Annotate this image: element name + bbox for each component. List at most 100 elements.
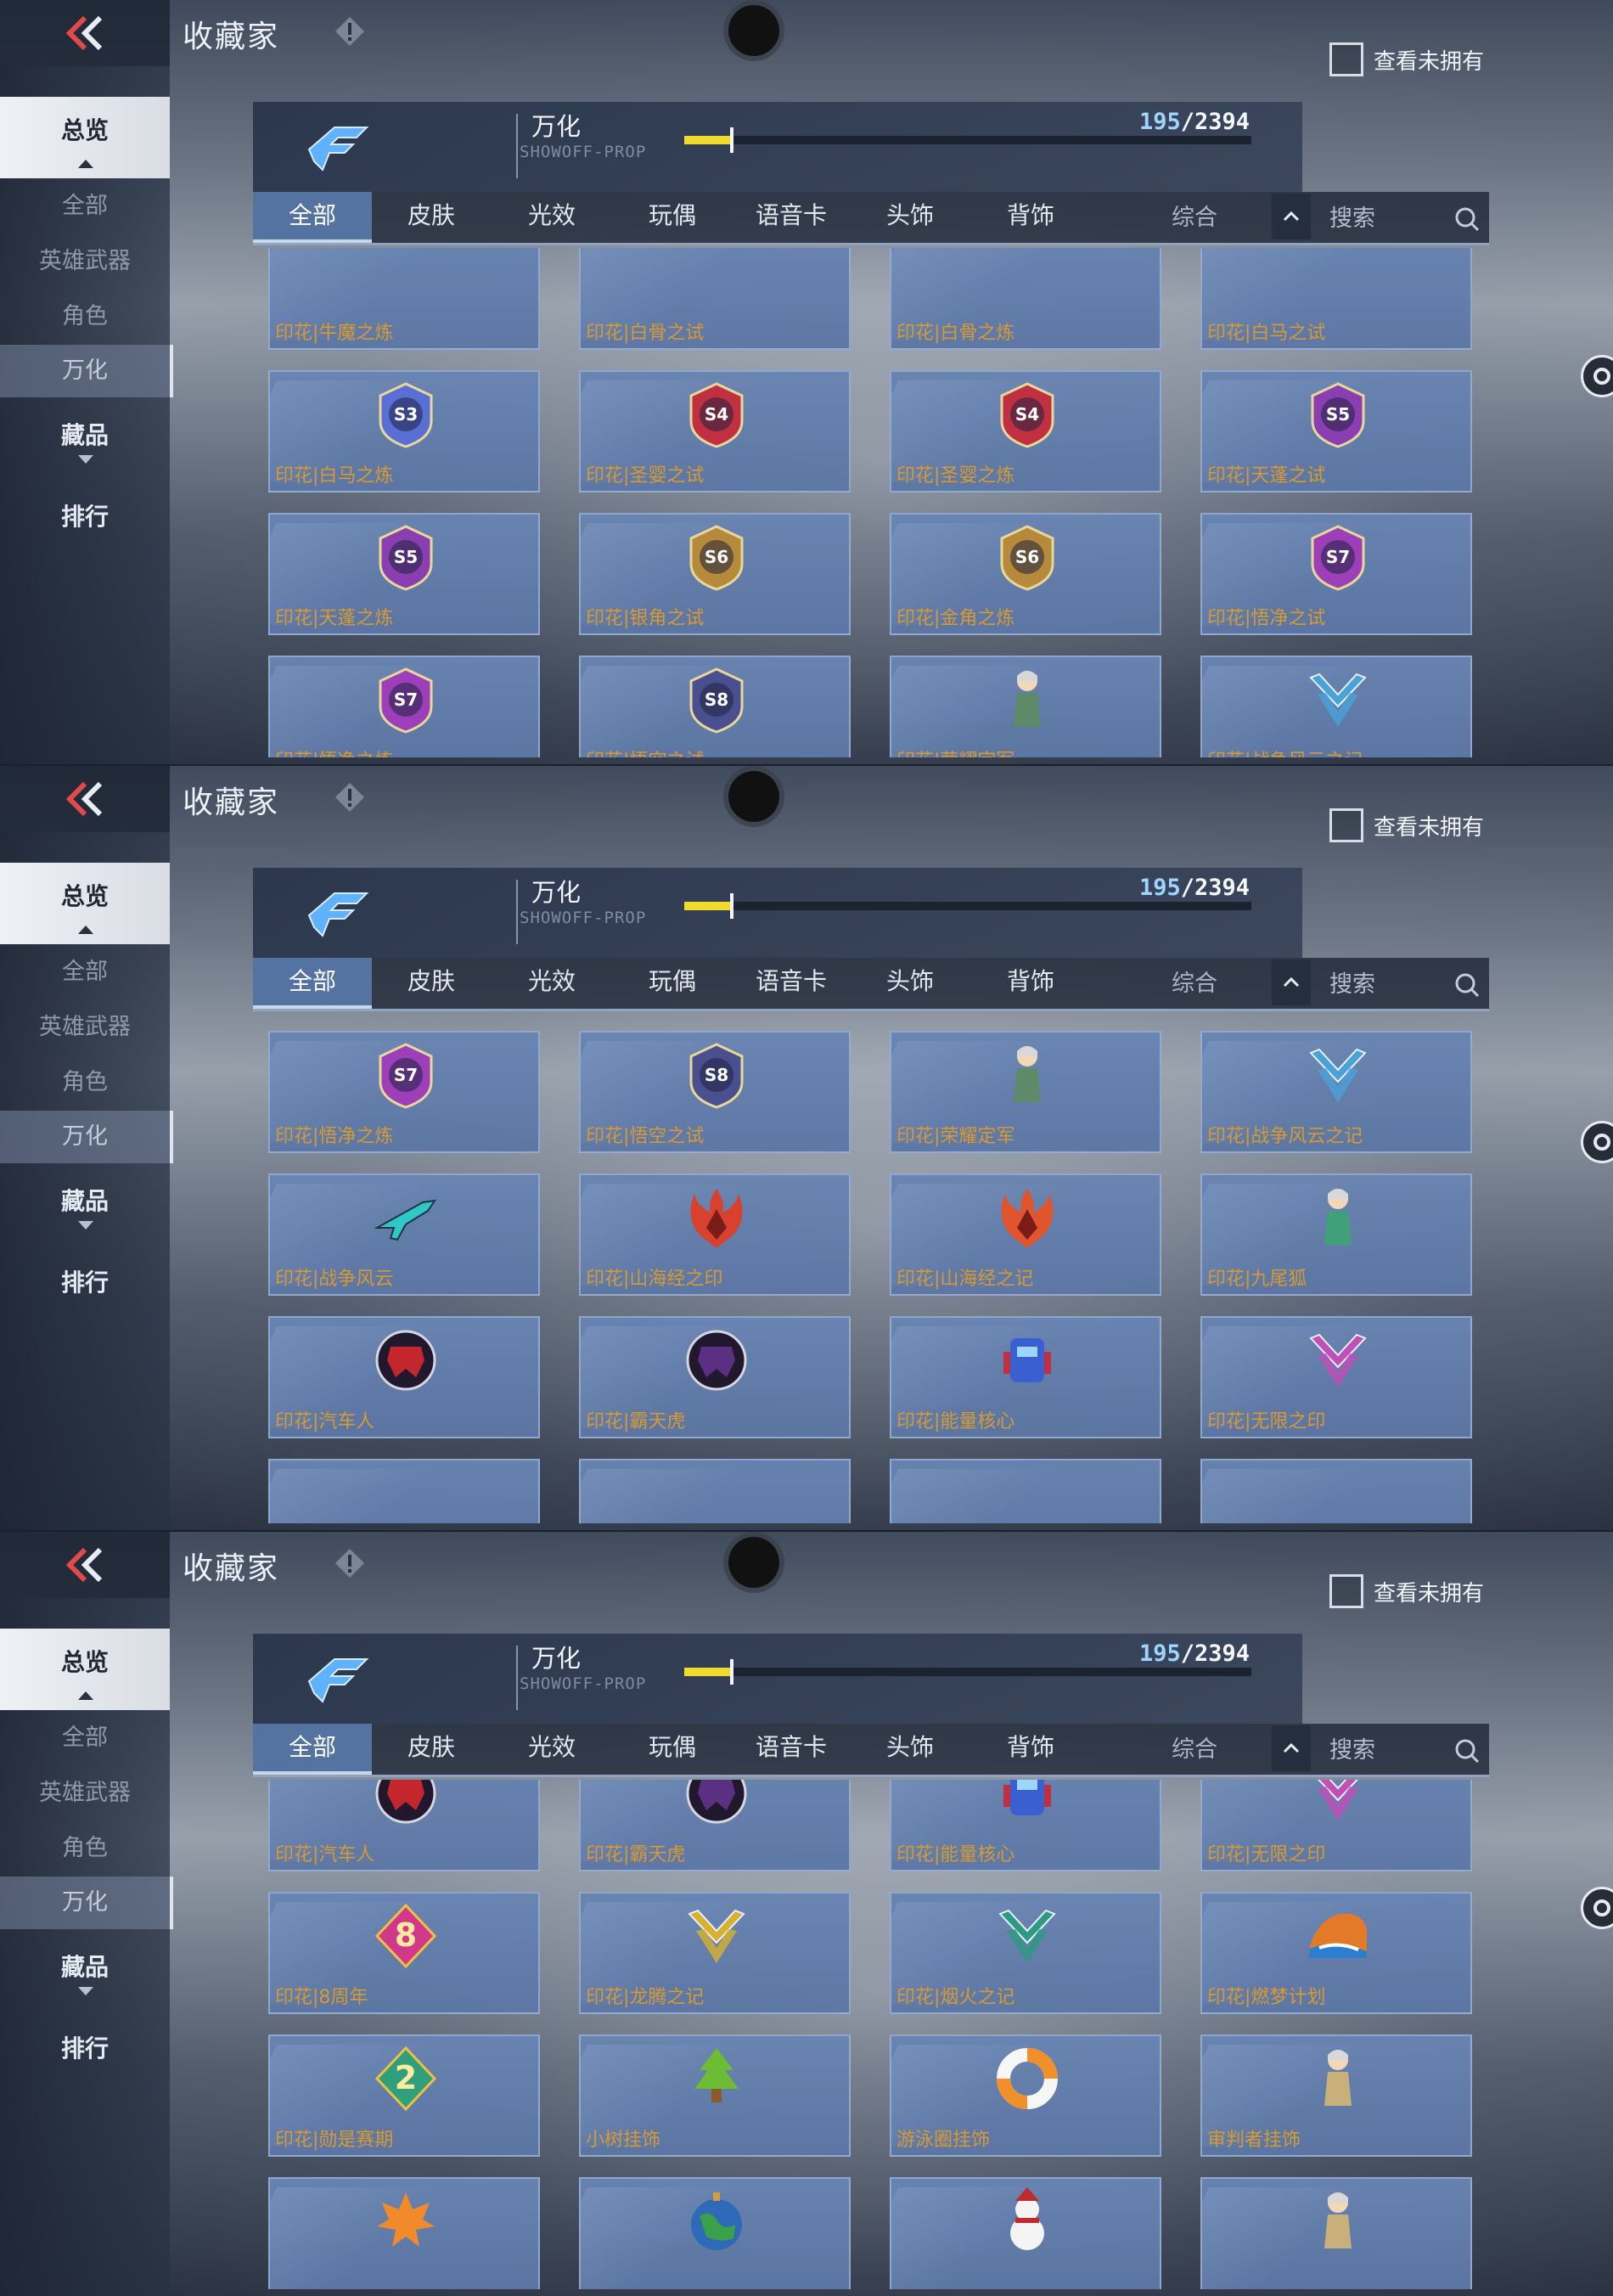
sidebar-item-wanhua[interactable]: 万化 (0, 1877, 173, 1929)
sidebar-item-ranking[interactable]: 排行 (0, 491, 170, 543)
sort-toggle-button[interactable] (1272, 1725, 1311, 1771)
sidebar-item-collection[interactable]: 藏品 (0, 1941, 170, 1994)
search-input[interactable] (1328, 1734, 1438, 1766)
item-card[interactable]: 印花|白马之试 (1200, 248, 1472, 350)
sidebar-item-collection[interactable]: 藏品 (0, 1175, 170, 1228)
item-card[interactable]: 印花|霸天虎 (579, 1780, 851, 1871)
tab-5[interactable]: 头饰 (851, 958, 969, 1009)
tab-1[interactable]: 皮肤 (372, 192, 491, 243)
item-card[interactable]: 印花|汽车人 (268, 1780, 540, 1871)
item-card[interactable]: S4 印花|圣婴之试 (579, 370, 851, 492)
tab-1[interactable]: 皮肤 (372, 1724, 491, 1775)
item-card[interactable]: 印花|战争风云 (268, 1173, 540, 1296)
item-card[interactable]: 印花|燃梦计划 (1200, 1892, 1472, 2014)
tab-4[interactable]: 语音卡 (732, 192, 851, 243)
floating-assist-button[interactable] (1581, 355, 1613, 397)
back-button[interactable] (0, 766, 170, 832)
sidebar-item-roles[interactable]: 角色 (0, 1056, 170, 1109)
tab-0[interactable]: 全部 (253, 192, 372, 243)
show-unowned-checkbox[interactable]: 查看未拥有 (1329, 42, 1484, 76)
item-card[interactable]: S5 印花|天蓬之炼 (268, 513, 540, 635)
item-card[interactable]: 印花|无限之印 (1200, 1780, 1472, 1871)
item-card[interactable]: 审判者挂饰 (1200, 2034, 1472, 2157)
item-card[interactable] (268, 2177, 540, 2289)
sidebar-item-ranking[interactable]: 排行 (0, 1257, 170, 1309)
item-card[interactable]: 8 印花|8周年 (268, 1892, 540, 2014)
item-card[interactable]: 印花|烟火之记 (890, 1892, 1161, 2014)
item-card[interactable]: S8 印花|悟空之试 (579, 1031, 851, 1153)
search-input[interactable] (1328, 202, 1438, 234)
sidebar-item-wanhua[interactable]: 万化 (0, 345, 173, 397)
item-card[interactable]: 印花|能量核心 (890, 1316, 1161, 1438)
sort-toggle-button[interactable] (1272, 959, 1311, 1005)
tab-4[interactable]: 语音卡 (732, 1724, 851, 1775)
sidebar-item-roles[interactable]: 角色 (0, 290, 170, 343)
back-button[interactable] (0, 0, 170, 66)
tab-0[interactable]: 全部 (253, 958, 372, 1009)
tab-1[interactable]: 皮肤 (372, 958, 491, 1009)
item-card[interactable]: 2 印花|勋是赛期 (268, 2034, 540, 2157)
floating-assist-button[interactable] (1581, 1121, 1613, 1163)
tab-3[interactable]: 玩偶 (613, 958, 732, 1009)
item-card[interactable]: 印花|牛魔之炼 (268, 248, 540, 350)
item-card[interactable]: 印花|战争风云之记 (1200, 656, 1472, 757)
item-card[interactable]: S5 印花|天蓬之试 (1200, 370, 1472, 492)
item-card[interactable]: S6 印花|金角之炼 (890, 513, 1161, 635)
tab-0[interactable]: 全部 (253, 1724, 372, 1775)
item-card[interactable]: 印花|山海经之记 (890, 1173, 1161, 1296)
item-card[interactable]: S7 印花|悟净之炼 (268, 656, 540, 757)
show-unowned-checkbox[interactable]: 查看未拥有 (1329, 808, 1484, 842)
sidebar-item-roles[interactable]: 角色 (0, 1822, 170, 1875)
item-card[interactable]: 印花|荣耀定军 (890, 1031, 1161, 1153)
tab-2[interactable]: 光效 (492, 192, 611, 243)
item-card[interactable] (268, 1459, 540, 1523)
item-card[interactable]: 印花|汽车人 (268, 1316, 540, 1438)
sort-dropdown[interactable]: 综合 (1172, 1724, 1217, 1776)
item-card[interactable]: 游泳圈挂饰 (890, 2034, 1161, 2157)
item-card[interactable]: 印花|白骨之试 (579, 248, 851, 350)
tab-5[interactable]: 头饰 (851, 1724, 969, 1775)
search-icon[interactable] (1453, 971, 1481, 999)
item-card[interactable]: 印花|山海经之印 (579, 1173, 851, 1296)
item-card[interactable] (579, 2177, 851, 2289)
sidebar-item-ranking[interactable]: 排行 (0, 2023, 170, 2075)
sort-toggle-button[interactable] (1272, 194, 1311, 239)
item-card[interactable]: 印花|白骨之炼 (890, 248, 1161, 350)
info-icon[interactable] (334, 15, 366, 48)
sidebar-item-hero-weapons[interactable]: 英雄武器 (0, 1767, 170, 1820)
tab-6[interactable]: 背饰 (971, 192, 1090, 243)
search-input[interactable] (1328, 968, 1438, 1000)
sort-dropdown[interactable]: 综合 (1172, 958, 1217, 1010)
tab-3[interactable]: 玩偶 (613, 1724, 732, 1775)
info-icon[interactable] (334, 781, 366, 813)
item-card[interactable]: S4 印花|圣婴之炼 (890, 370, 1161, 492)
tab-2[interactable]: 光效 (492, 958, 611, 1009)
show-unowned-checkbox[interactable]: 查看未拥有 (1329, 1574, 1484, 1608)
tab-2[interactable]: 光效 (492, 1724, 611, 1775)
sidebar-item-collection[interactable]: 藏品 (0, 409, 170, 462)
item-card[interactable]: S6 印花|银角之试 (579, 513, 851, 635)
item-card[interactable]: S8 印花|悟空之试 (579, 656, 851, 757)
sidebar-item-hero-weapons[interactable]: 英雄武器 (0, 1001, 170, 1054)
item-card[interactable]: 印花|九尾狐 (1200, 1173, 1472, 1296)
sidebar-item-hero-weapons[interactable]: 英雄武器 (0, 235, 170, 288)
item-card[interactable]: S3 印花|白马之炼 (268, 370, 540, 492)
item-card[interactable] (1200, 2177, 1472, 2289)
search-icon[interactable] (1453, 1737, 1481, 1764)
sidebar-item-all[interactable]: 全部 (0, 180, 170, 233)
tab-4[interactable]: 语音卡 (732, 958, 851, 1009)
item-card[interactable]: 印花|无限之印 (1200, 1316, 1472, 1438)
checkbox-box[interactable] (1329, 1574, 1363, 1608)
item-card[interactable] (1200, 1459, 1472, 1523)
info-icon[interactable] (334, 1547, 366, 1579)
sidebar-item-all[interactable]: 全部 (0, 946, 170, 999)
item-card[interactable] (890, 1459, 1161, 1523)
tab-3[interactable]: 玩偶 (613, 192, 732, 243)
item-card[interactable] (890, 2177, 1161, 2289)
sort-dropdown[interactable]: 综合 (1172, 192, 1217, 245)
item-card[interactable]: 印花|龙腾之记 (579, 1892, 851, 2014)
tab-5[interactable]: 头饰 (851, 192, 969, 243)
floating-assist-button[interactable] (1581, 1887, 1613, 1929)
item-card[interactable] (579, 1459, 851, 1523)
checkbox-box[interactable] (1329, 42, 1363, 76)
